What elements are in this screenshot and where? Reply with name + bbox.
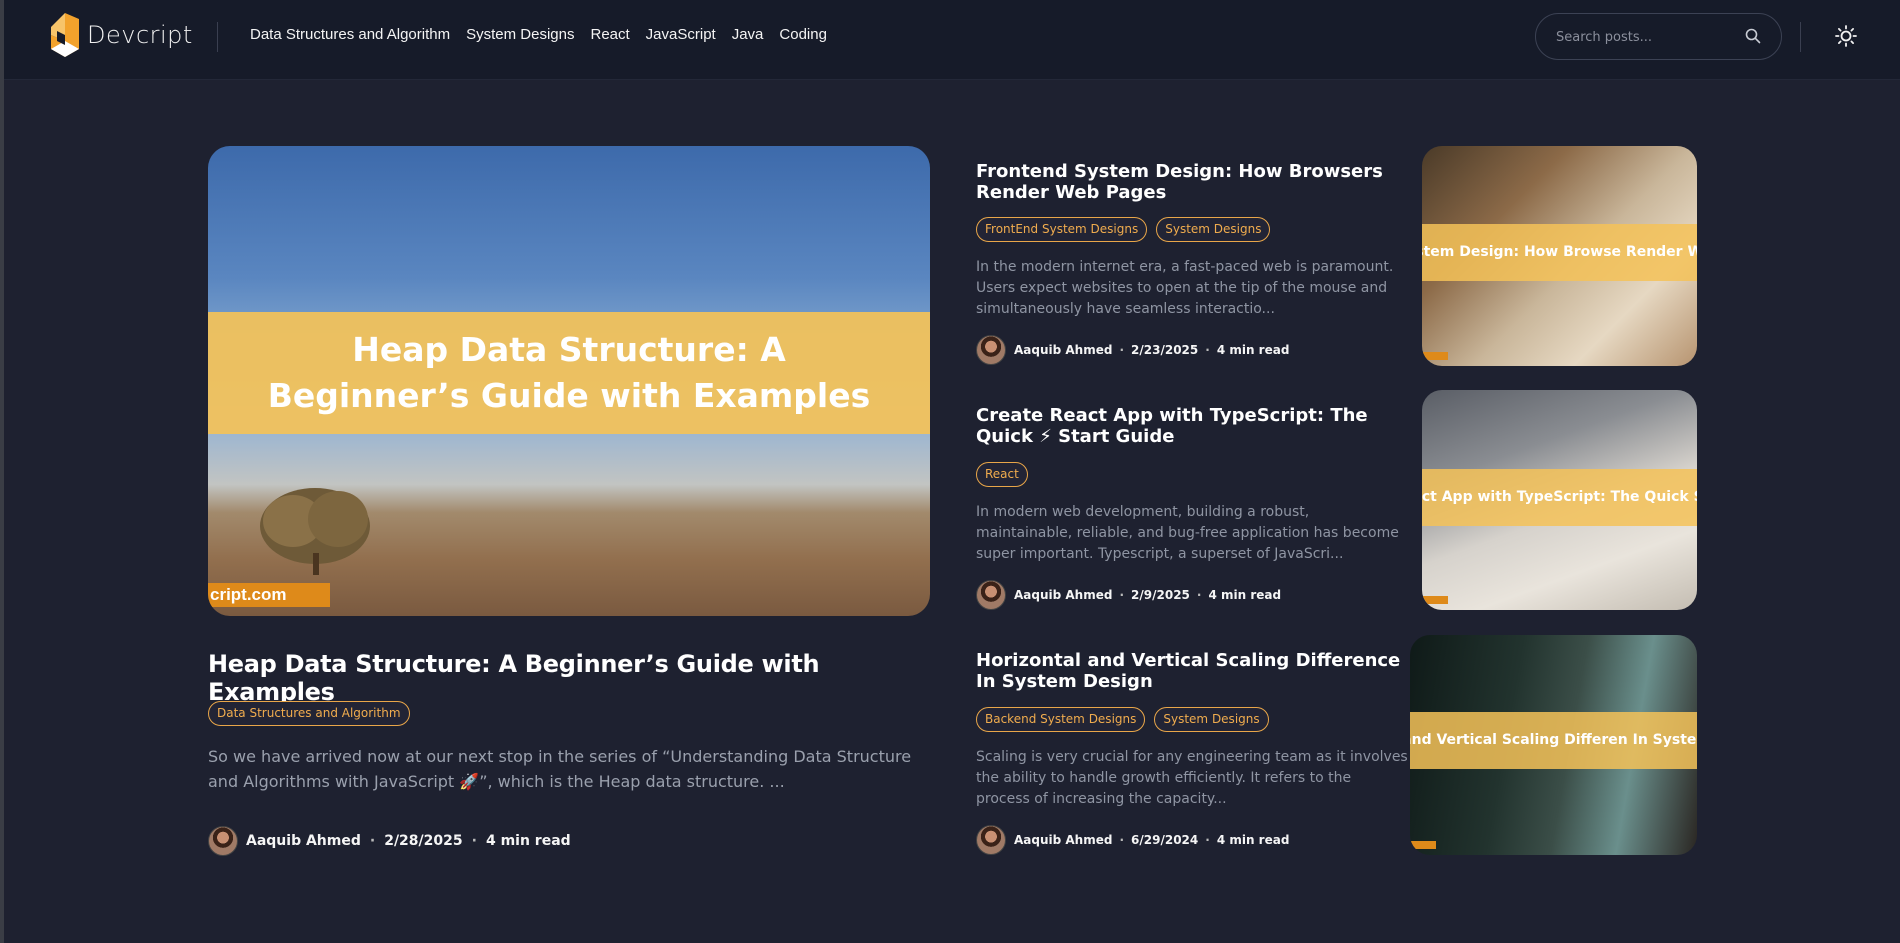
read-time: 4 min read: [485, 833, 571, 849]
main-nav: Data Structures and Algorithm System Des…: [250, 26, 827, 43]
meta-separator: ·: [471, 833, 477, 849]
post-title[interactable]: Frontend System Design: How Browsers Ren…: [976, 161, 1406, 203]
thumbnail-banner-text: rizontal and Vertical Scaling Differen I…: [1410, 712, 1697, 769]
post-title[interactable]: Horizontal and Vertical Scaling Differen…: [976, 650, 1406, 692]
post-meta: Aaquib Ahmed · 2/9/2025 · 4 min read: [976, 580, 1281, 610]
thumbnail-watermark: [1422, 352, 1448, 360]
nav-item-java[interactable]: Java: [732, 26, 764, 43]
thumbnail-banner-text: Create React App with TypeScript: The Qu…: [1422, 469, 1697, 526]
author-name[interactable]: Aaquib Ahmed: [1014, 833, 1112, 847]
post-title[interactable]: Create React App with TypeScript: The Qu…: [976, 405, 1406, 447]
avatar: [976, 825, 1006, 855]
meta-separator: ·: [1205, 833, 1210, 847]
nav-item-react[interactable]: React: [590, 26, 629, 43]
post-tags: React: [976, 462, 1028, 487]
author-name[interactable]: Aaquib Ahmed: [1014, 588, 1112, 602]
nav-item-system-designs[interactable]: System Designs: [466, 26, 574, 43]
nav-item-javascript[interactable]: JavaScript: [646, 26, 716, 43]
avatar: [976, 335, 1006, 365]
featured-post-image[interactable]: Heap Data Structure: A Beginner’s Guide …: [208, 146, 930, 616]
author-name[interactable]: Aaquib Ahmed: [1014, 343, 1112, 357]
read-time: 4 min read: [1208, 588, 1282, 602]
site-logo[interactable]: Devcript: [49, 13, 193, 57]
search-icon[interactable]: [1745, 28, 1761, 44]
sun-icon[interactable]: [1834, 24, 1858, 48]
logo-text: Devcript: [87, 21, 193, 49]
avatar: [976, 580, 1006, 610]
featured-post-meta: Aaquib Ahmed · 2/28/2025 · 4 min read: [208, 826, 571, 856]
tag-system-designs[interactable]: System Designs: [1154, 707, 1269, 732]
post-tags: FrontEnd System Designs System Designs: [976, 217, 1271, 242]
read-time: 4 min read: [1216, 833, 1290, 847]
tag-react[interactable]: React: [976, 462, 1028, 487]
featured-image-text: Heap Data Structure: A Beginner’s Guide …: [267, 330, 871, 415]
meta-separator: ·: [1119, 343, 1125, 357]
avatar: [208, 826, 238, 856]
tag-data-structures[interactable]: Data Structures and Algorithm: [208, 701, 410, 726]
featured-image-banner: Heap Data Structure: A Beginner’s Guide …: [208, 312, 930, 434]
post-thumbnail[interactable]: rizontal and Vertical Scaling Differen I…: [1410, 635, 1697, 855]
image-watermark: cript.com: [208, 583, 330, 607]
bush-illustration: [260, 488, 370, 575]
meta-separator: ·: [1119, 588, 1125, 602]
post-excerpt: Scaling is very crucial for any engineer…: [976, 749, 1408, 807]
meta-separator: ·: [369, 833, 376, 849]
read-time: 4 min read: [1216, 343, 1290, 357]
site-header: Devcript Data Structures and Algorithm S…: [4, 0, 1900, 80]
post-excerpt: In modern web development, building a ro…: [976, 504, 1399, 562]
post-tags: Backend System Designs System Designs: [976, 707, 1269, 732]
meta-separator: ·: [1205, 343, 1210, 357]
header-divider: [1800, 22, 1801, 52]
post-date: 6/29/2024: [1131, 833, 1199, 847]
thumbnail-watermark: [1410, 841, 1436, 849]
post-date: 2/23/2025: [1131, 343, 1199, 357]
window-edge: [0, 0, 4, 943]
author-name[interactable]: Aaquib Ahmed: [246, 833, 361, 849]
search-box: [1535, 13, 1782, 60]
nav-item-data-structures[interactable]: Data Structures and Algorithm: [250, 26, 450, 43]
thumbnail-banner-text: ntend System Design: How Browse Render W…: [1422, 224, 1697, 281]
meta-separator: ·: [1119, 833, 1125, 847]
post-thumbnail[interactable]: ntend System Design: How Browse Render W…: [1422, 146, 1697, 366]
meta-separator: ·: [1196, 588, 1202, 602]
post-date: 2/28/2025: [384, 833, 463, 849]
post-meta: Aaquib Ahmed · 6/29/2024 · 4 min read: [976, 825, 1289, 855]
post-excerpt: In the modern internet era, a fast-paced…: [976, 259, 1394, 317]
featured-tags: Data Structures and Algorithm: [208, 701, 410, 726]
featured-post-title[interactable]: Heap Data Structure: A Beginner’s Guide …: [208, 650, 948, 706]
post-date: 2/9/2025: [1131, 588, 1190, 602]
logo-icon: [51, 13, 79, 57]
header-divider: [217, 22, 218, 52]
search-input[interactable]: [1556, 26, 1736, 48]
tag-system-designs[interactable]: System Designs: [1156, 217, 1271, 242]
post-meta: Aaquib Ahmed · 2/23/2025 · 4 min read: [976, 335, 1289, 365]
tag-frontend-system-designs[interactable]: FrontEnd System Designs: [976, 217, 1148, 242]
thumbnail-watermark: [1422, 596, 1448, 604]
nav-item-coding[interactable]: Coding: [779, 26, 827, 43]
post-thumbnail[interactable]: Create React App with TypeScript: The Qu…: [1422, 390, 1697, 610]
featured-excerpt: So we have arrived now at our next stop …: [208, 747, 912, 791]
tag-backend-system-designs[interactable]: Backend System Designs: [976, 707, 1146, 732]
